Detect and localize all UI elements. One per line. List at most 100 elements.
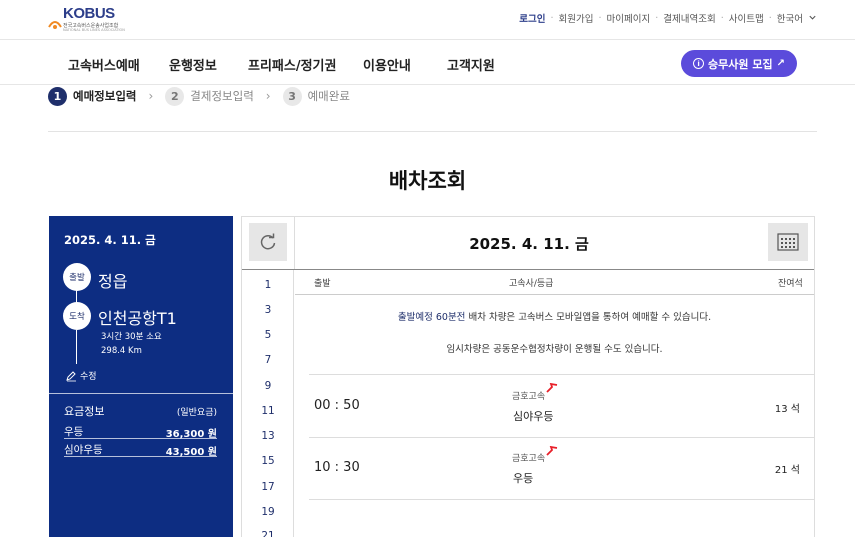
schedule-panel: 2025. 4. 11. 금 1 3 5 7 9 11 13 15 17 19 … [241, 216, 815, 537]
separator-dot: · [598, 12, 602, 24]
step-number: 2 [165, 86, 185, 106]
logo-mark-icon [48, 21, 62, 29]
step-number: 1 [48, 86, 67, 106]
notice-temporary-vehicle: 임시차량은 공동운수협정차량이 운행될 수도 있습니다. [446, 344, 663, 355]
sitemap-link[interactable]: 사이트맵 [729, 11, 764, 25]
signup-link[interactable]: 회원가입 [559, 11, 594, 25]
route-summary-panel: 2025. 4. 11. 금 출발 도착 정읍 인천공항T1 3시간 30분 소… [49, 216, 233, 537]
fare-info-note: (일반요금) [176, 408, 217, 418]
booking-steps: 1 예매정보입력 › 2 결제정보입력 › 3 예매완료 [48, 86, 350, 106]
arrival-terminal: 인천공항T1 [98, 309, 177, 328]
separator-dot: · [550, 12, 554, 24]
chevron-right-icon: › [265, 89, 271, 103]
logo-subtitle-en: NATIONAL BUS LINES ASSOCIATION [63, 28, 125, 32]
recruit-button-label: 승무사원 모집 [708, 57, 773, 71]
route-line [76, 330, 77, 364]
nav-customer-support[interactable]: 고객지원 [447, 55, 495, 74]
step-label: 예매완료 [307, 89, 350, 103]
fare-price: 43,500 원 [165, 447, 217, 458]
hour-filter-item[interactable]: 1 [242, 279, 294, 291]
departure-time: 00 : 50 [314, 398, 360, 413]
step-label: 결제정보입력 [190, 89, 254, 103]
utility-links: 로그인 · 회원가입 · 마이페이지 · 결제내역조회 · 사이트맵 · 한국어 [519, 11, 817, 25]
login-link[interactable]: 로그인 [519, 11, 545, 25]
step-label-active: 예매정보입력 [73, 89, 137, 103]
fare-info-title: 요금정보 [64, 405, 105, 418]
hour-filter-item[interactable]: 9 [242, 380, 294, 392]
info-icon: i [693, 58, 705, 69]
hour-filter-item[interactable]: 5 [242, 329, 294, 341]
notice-highlight: 출발예정 60분전 [397, 312, 466, 323]
row-divider [309, 437, 814, 438]
fare-price: 36,300 원 [165, 429, 217, 440]
chevron-down-icon [809, 15, 816, 20]
external-link-icon: ↗ [776, 58, 785, 69]
remaining-seats: 21 석 [774, 465, 800, 476]
selected-date: 2025. 4. 11. 금 [469, 235, 589, 253]
row-divider [309, 499, 814, 500]
pencil-icon [66, 370, 76, 381]
top-utility-bar: KOBUS 전국고속버스운송사업조합 NATIONAL BUS LINES AS… [0, 0, 855, 40]
travel-distance: 298.4 Km [101, 346, 142, 356]
column-header-departure: 출발 [314, 279, 331, 289]
nav-guide[interactable]: 이용안내 [363, 55, 411, 74]
page-title: 배차조회 [388, 169, 467, 193]
nav-freepass[interactable]: 프리패스/정기권 [248, 55, 336, 74]
nav-express-bus-booking[interactable]: 고속버스예매 [68, 55, 140, 74]
kobus-logo[interactable]: KOBUS 전국고속버스운송사업조합 NATIONAL BUS LINES AS… [48, 5, 128, 35]
column-header-seats: 잔여석 [778, 279, 803, 289]
notice-mobile-booking: 출발예정 60분전 배차 차량은 고속버스 모바일앱을 통하여 예매할 수 있습… [295, 309, 814, 323]
kumho-logo-icon [546, 446, 558, 456]
separator-dot: · [720, 12, 724, 24]
edit-label: 수정 [80, 372, 97, 382]
hour-filter-item[interactable]: 21 [242, 530, 294, 537]
hour-filter-item[interactable]: 7 [242, 354, 294, 366]
bus-company: 금호고속 [512, 392, 546, 402]
bus-grade: 우등 [513, 472, 534, 485]
separator-dot: · [768, 12, 772, 24]
column-header-company-grade: 고속사/등급 [509, 279, 554, 289]
logo-title: KOBUS [63, 5, 115, 22]
section-divider [48, 131, 817, 132]
hour-filter-item[interactable]: 17 [242, 481, 294, 493]
language-select[interactable]: 한국어 [777, 11, 817, 25]
main-nav: 고속버스예매 운행정보 프리패스/정기권 이용안내 고객지원 i 승무사원 모집… [0, 41, 855, 85]
hour-filter-item[interactable]: 19 [242, 506, 294, 518]
edit-button[interactable]: 수정 [65, 369, 97, 382]
row-divider [309, 374, 814, 375]
hour-filter-item[interactable]: 3 [242, 304, 294, 316]
departure-terminal: 정읍 [98, 272, 128, 291]
calendar-button[interactable] [768, 223, 808, 261]
panel-divider [49, 393, 233, 394]
summary-date: 2025. 4. 11. 금 [64, 233, 156, 247]
nav-operation-info[interactable]: 운행정보 [169, 55, 217, 74]
hour-filter-item[interactable]: 11 [242, 405, 294, 417]
hour-filter-item[interactable]: 15 [242, 455, 294, 467]
mypage-link[interactable]: 마이페이지 [607, 11, 651, 25]
travel-duration: 3시간 30분 소요 [101, 332, 162, 342]
payment-history-link[interactable]: 결제내역조회 [663, 11, 715, 25]
bus-grade: 심야우등 [513, 410, 554, 423]
recruit-button[interactable]: i 승무사원 모집 ↗ [681, 50, 797, 77]
language-label: 한국어 [776, 14, 803, 25]
hour-filter-item[interactable]: 13 [242, 430, 294, 442]
table-header-line [295, 294, 814, 295]
departure-time: 10 : 30 [314, 460, 360, 475]
fare-row: 심야우등 43,500 원 [64, 441, 217, 458]
refresh-icon [260, 233, 276, 250]
fare-grade: 심야우등 [64, 444, 103, 456]
separator-dot: · [655, 12, 659, 24]
departure-badge: 출발 [63, 263, 91, 291]
header-bottom-line [242, 269, 814, 270]
fare-grade: 우등 [64, 426, 84, 438]
step-number: 3 [282, 86, 302, 106]
calendar-icon [777, 233, 799, 251]
notice-text: 배차 차량은 고속버스 모바일앱을 통하여 예매할 수 있습니다. [465, 312, 712, 323]
refresh-button[interactable] [249, 223, 287, 261]
chevron-right-icon: › [148, 89, 154, 103]
hour-filter-column: 1 3 5 7 9 11 13 15 17 19 21 [242, 270, 294, 537]
remaining-seats: 13 석 [774, 404, 800, 415]
fare-row: 우등 36,300 원 [64, 423, 217, 440]
arrival-badge: 도착 [63, 302, 91, 330]
kumho-logo-icon [546, 383, 558, 393]
